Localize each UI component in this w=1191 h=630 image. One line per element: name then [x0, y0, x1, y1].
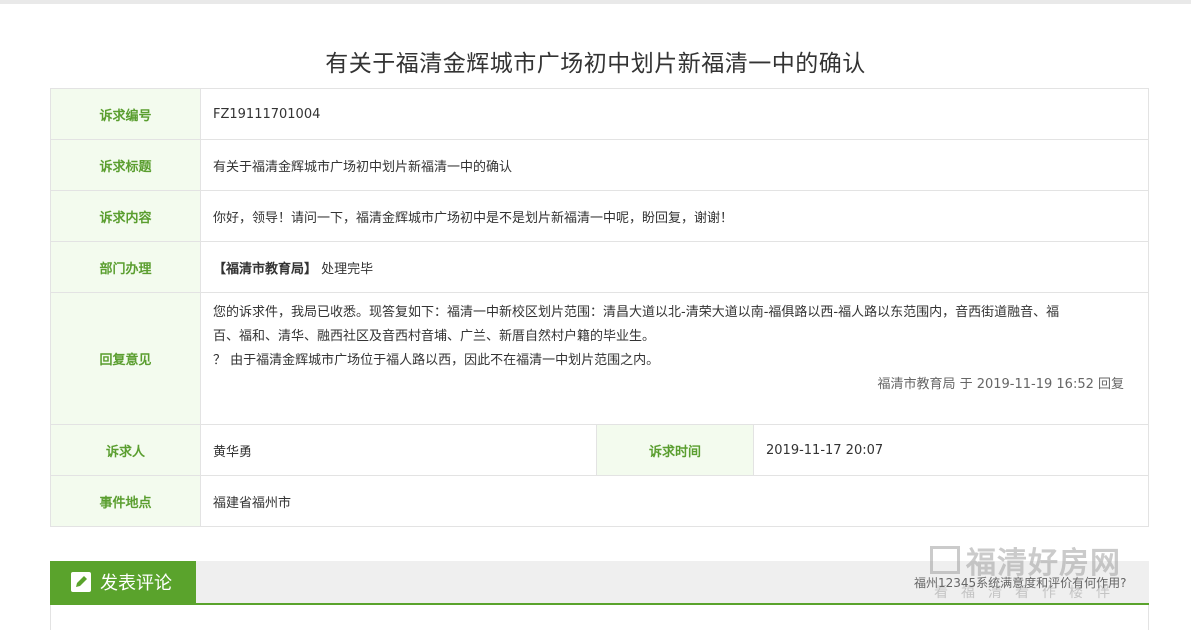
watermark-caption: 福州12345系统满意度和评价有何作用?: [914, 576, 1127, 590]
row-person: 诉求人 黄华勇 诉求时间 2019-11-17 20:07: [51, 424, 1148, 475]
edit-icon: [71, 572, 91, 592]
person-value: 黄华勇: [213, 444, 253, 460]
subject-value: 有关于福清金辉城市广场初中划片新福清一中的确认: [213, 159, 513, 175]
location-value: 福建省福州市: [213, 495, 292, 511]
row-content: 诉求内容 你好，领导！请问一下，福清金辉城市广场初中是不是划片新福清一中呢，盼回…: [51, 190, 1148, 241]
page-title: 有关于福清金辉城市广场初中划片新福清一中的确认: [325, 51, 866, 77]
person-label: 诉求人: [51, 425, 201, 475]
top-border: [0, 0, 1191, 4]
row-dept: 部门办理 【福清市教育局】 处理完毕: [51, 241, 1148, 292]
number-value: FZ19111701004: [213, 106, 321, 122]
dept-value: 【福清市教育局】 处理完毕: [201, 242, 1148, 292]
comment-area: [50, 605, 1149, 630]
content-label: 诉求内容: [51, 191, 201, 241]
content-value: 你好，领导！请问一下，福清金辉城市广场初中是不是划片新福清一中呢，盼回复，谢谢！: [213, 210, 734, 226]
dept-status: 处理完毕: [321, 261, 374, 277]
dept-label: 部门办理: [51, 242, 201, 292]
row-reply: 回复意见 您的诉求件，我局已收悉。现答复如下：福清一中新校区划片范围：清昌大道以…: [51, 292, 1148, 424]
row-subject: 诉求标题 有关于福清金辉城市广场初中划片新福清一中的确认: [51, 139, 1148, 190]
reply-line-3: ？ 由于福清金辉城市广场位于福人路以西，因此不在福清一中划片范围之内。: [213, 353, 660, 368]
watermark: 福清好房网 看福清看作楼伴: [930, 538, 1150, 608]
location-label: 事件地点: [51, 476, 201, 526]
dept-name: 【福清市教育局】: [213, 261, 318, 277]
comment-tab[interactable]: 发表评论: [50, 561, 196, 603]
reply-value: 您的诉求件，我局已收悉。现答复如下：福清一中新校区划片范围：清昌大道以北-清荣大…: [201, 293, 1148, 424]
reply-meta: 福清市教育局 于 2019-11-19 16:52 回复: [877, 377, 1124, 392]
time-value: 2019-11-17 20:07: [766, 442, 884, 458]
reply-label: 回复意见: [51, 293, 201, 424]
comment-tab-label: 发表评论: [100, 573, 172, 594]
row-number: 诉求编号 FZ19111701004: [51, 89, 1148, 139]
watermark-logo-icon: [930, 546, 960, 574]
reply-line-1: 您的诉求件，我局已收悉。现答复如下：福清一中新校区划片范围：清昌大道以北-清荣大…: [213, 305, 1060, 320]
time-label: 诉求时间: [596, 425, 754, 475]
subject-label: 诉求标题: [51, 140, 201, 190]
number-label: 诉求编号: [51, 89, 201, 139]
row-location: 事件地点 福建省福州市: [51, 475, 1148, 526]
reply-line-2: 百、福和、清华、融西社区及音西村音埔、广兰、新厝自然村户籍的毕业生。: [213, 329, 656, 344]
appeal-info-table: 诉求编号 FZ19111701004 诉求标题 有关于福清金辉城市广场初中划片新…: [50, 88, 1149, 527]
